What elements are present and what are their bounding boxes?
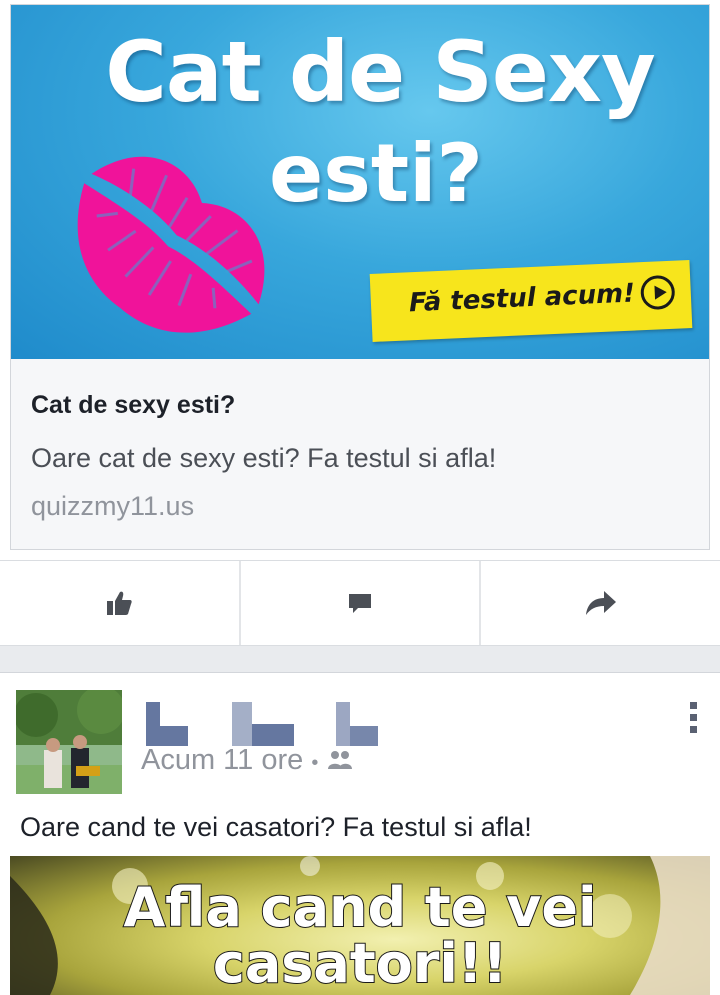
banner-image[interactable]: Cat de Sexy esti? Fă testul acum! [11,5,709,359]
feed-separator [0,646,720,673]
image-caption-line2: casatori!! [212,932,508,995]
link-domain: quizzmy11.us [31,491,195,521]
lips-icon [77,156,265,333]
comment-icon [349,594,371,613]
link-preview-card[interactable]: Cat de Sexy esti? Fă testul acum! Cat de… [10,4,710,550]
friends-icon[interactable] [326,749,354,771]
play-icon [640,274,676,311]
like-icon [107,591,132,615]
more-options-icon[interactable] [690,702,698,734]
banner-title-line1: Cat de Sexy [105,23,655,121]
link-title[interactable]: Cat de sexy esti? [31,391,235,420]
meta-separator: • [311,752,319,774]
image-caption-line1: Afla cand te vei [123,876,598,939]
like-button[interactable] [0,561,241,645]
post-meta: Acum 11 ore • [141,744,354,777]
author-name-redacted[interactable] [146,702,396,746]
banner-title-line2: esti? [269,127,483,220]
post-action-bar [0,560,720,646]
avatar-photo [16,690,122,794]
post-text: Oare cand te vei casatori? Fa testul si … [20,812,532,842]
share-button[interactable] [481,561,720,645]
take-quiz-button[interactable]: Fă testul acum! [369,260,693,342]
avatar[interactable] [16,690,122,794]
share-icon [585,591,616,615]
post-timestamp[interactable]: Acum 11 ore [141,744,303,776]
comment-button[interactable] [241,561,482,645]
post-image[interactable]: Afla cand te vei casatori!! [10,856,710,995]
link-description: Oare cat de sexy esti? Fa testul si afla… [31,443,497,473]
cta-label: Fă testul acum! [408,278,636,319]
